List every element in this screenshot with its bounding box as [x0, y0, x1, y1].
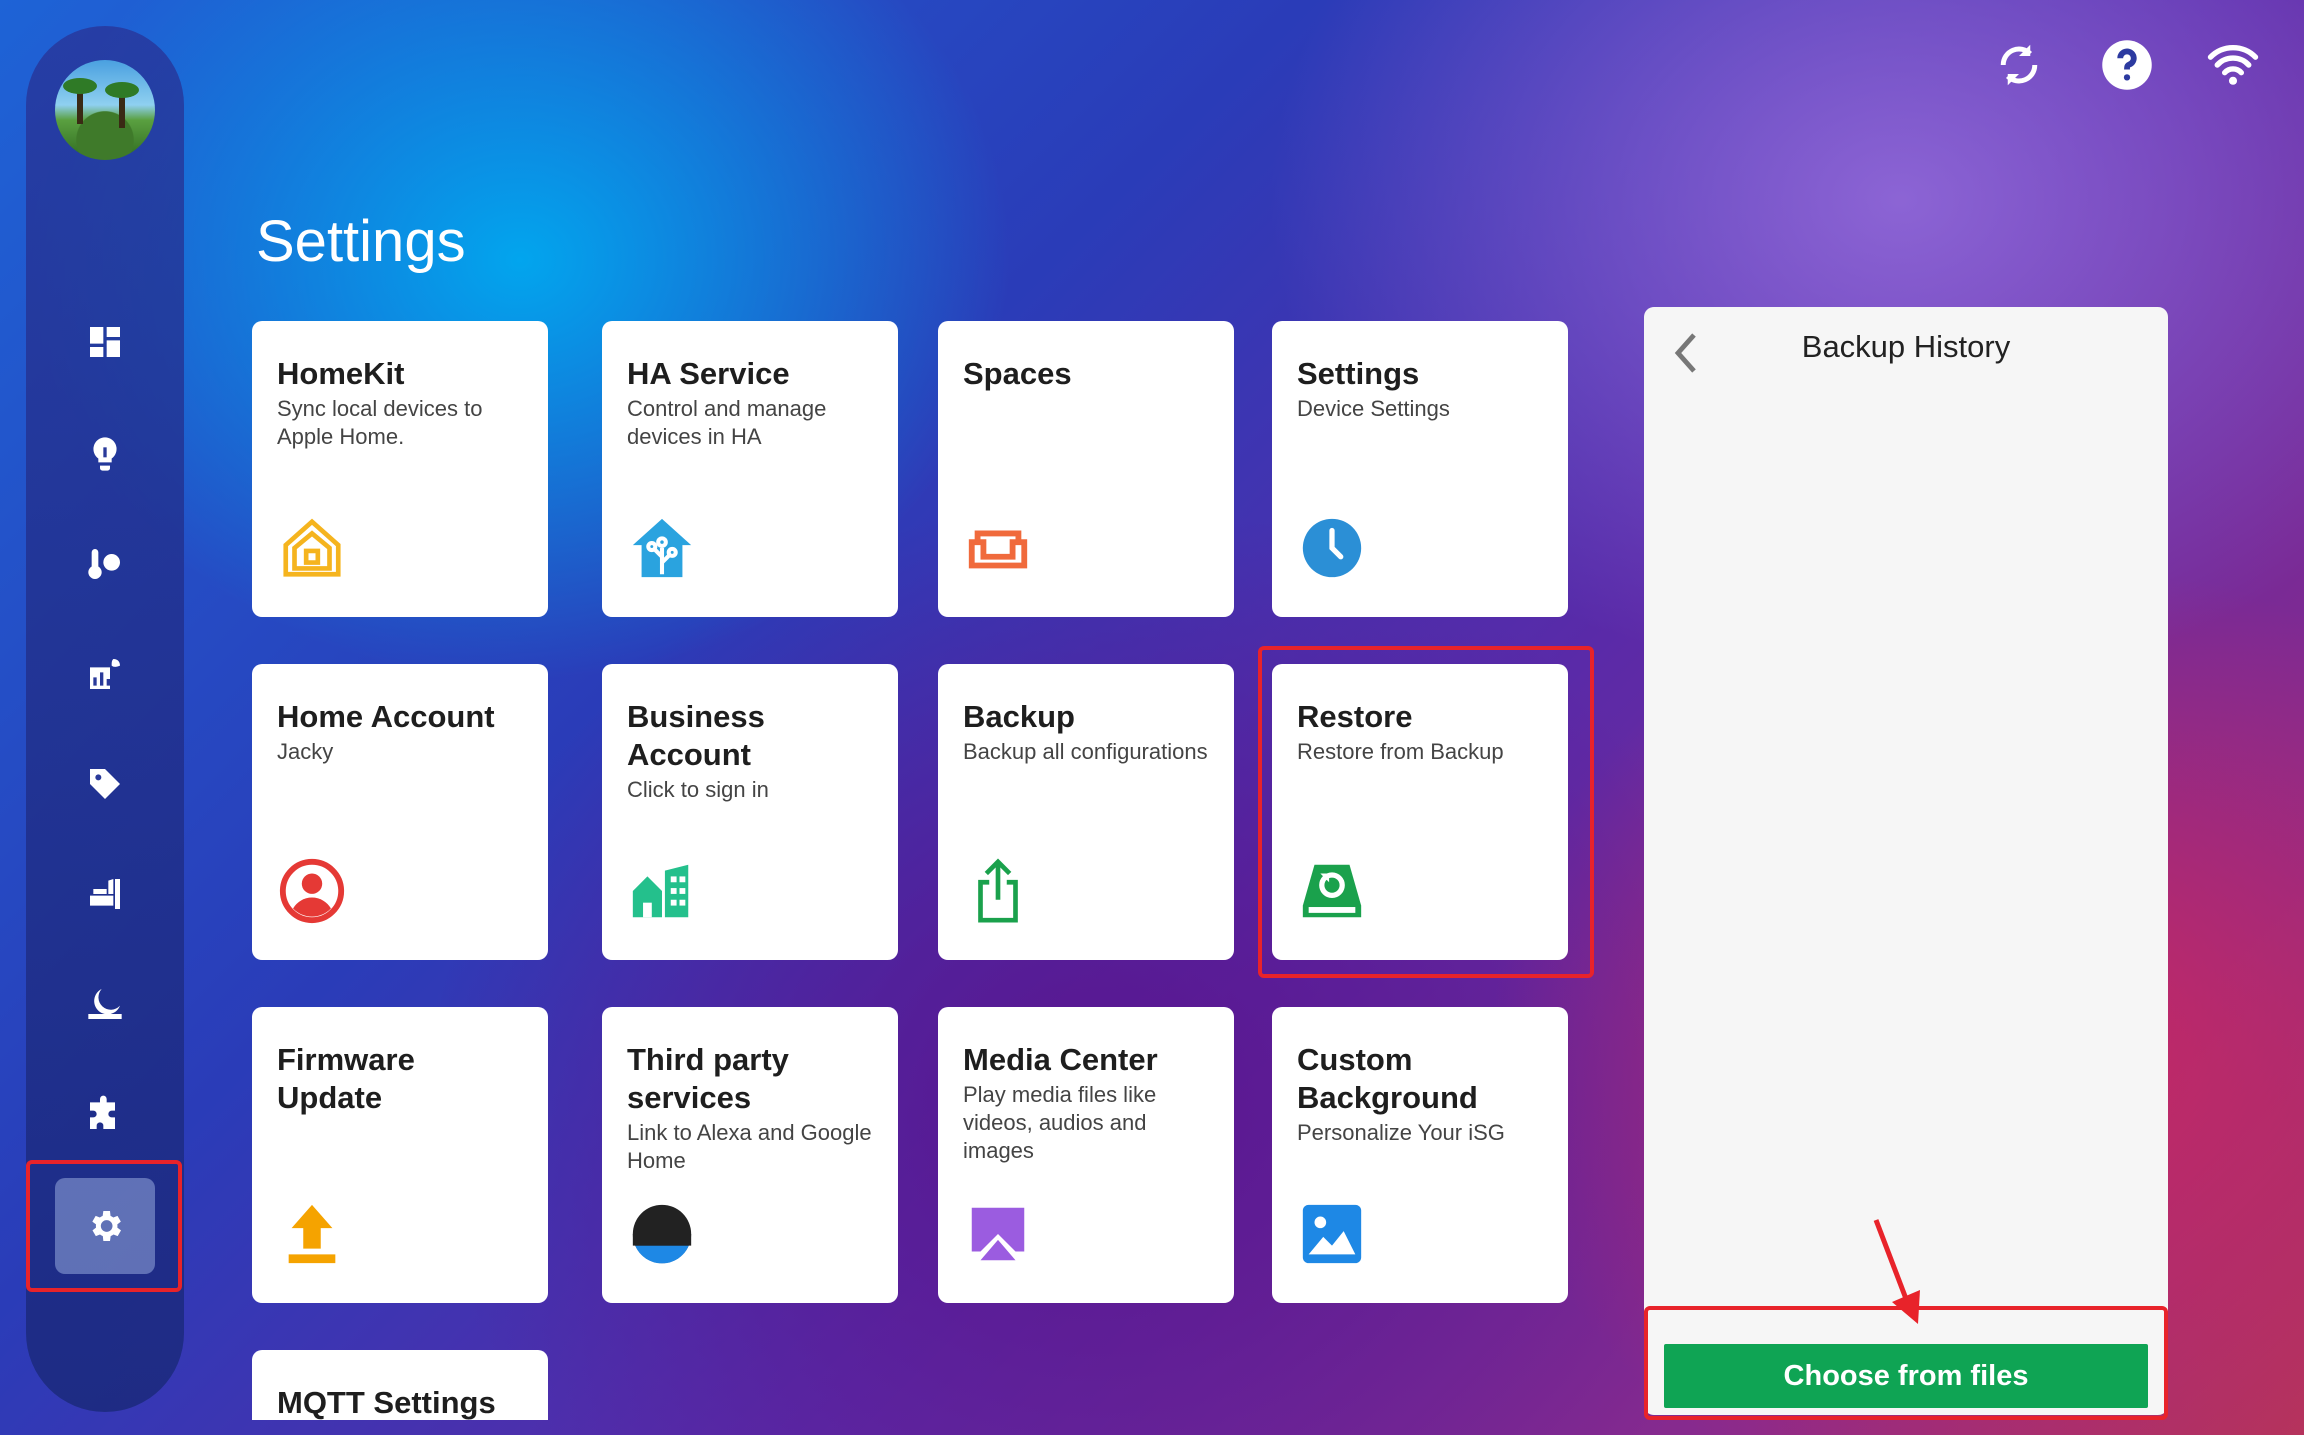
user-circle-icon: [279, 858, 345, 924]
sidebar-item-climate[interactable]: [55, 516, 155, 612]
card-backup[interactable]: Backup Backup all configurations: [938, 664, 1234, 960]
card-desc: Personalize Your iSG: [1297, 1120, 1505, 1145]
sync-button[interactable]: [1992, 38, 2046, 92]
panel-title: Backup History: [1801, 329, 2011, 364]
energy-icon: [90, 659, 120, 689]
page-title: Settings: [256, 209, 466, 274]
card-desc: Link to Alexa and Google Home: [627, 1120, 872, 1173]
sidebar-item-plugins[interactable]: [55, 1066, 155, 1162]
restore-highlight: [1258, 646, 1594, 978]
card-title: Business Account: [627, 699, 765, 772]
moon-icon: [88, 989, 122, 1019]
sidebar-item-lights[interactable]: [55, 406, 155, 502]
tag-icon: [90, 769, 120, 799]
card-title: Firmware Update: [277, 1042, 415, 1115]
avatar[interactable]: [55, 60, 155, 160]
dashboard-icon: [90, 327, 120, 357]
card-third-party-services[interactable]: Third party services Link to Alexa and G…: [602, 1007, 898, 1303]
sidebar-item-scenes[interactable]: [55, 956, 155, 1052]
sidebar-item-dashboard[interactable]: [55, 294, 155, 390]
sidebar-item-energy[interactable]: [55, 626, 155, 722]
card-title: HomeKit: [277, 356, 405, 391]
airplay-icon: [971, 1207, 1025, 1261]
card-desc: Backup all configurations: [963, 739, 1208, 764]
card-desc: Control and manage devices in HA: [627, 396, 827, 449]
card-mqtt-settings[interactable]: MQTT Settings: [252, 1350, 548, 1420]
card-title: MQTT Settings: [277, 1385, 496, 1420]
card-desc: Device Settings: [1297, 396, 1450, 421]
card-media-center[interactable]: Media Center Play media files like video…: [938, 1007, 1234, 1303]
clock-icon: [1302, 518, 1362, 578]
card-business-account[interactable]: Business Account Click to sign in: [602, 664, 898, 960]
sync-icon: [2000, 44, 2038, 86]
homekit-icon: [283, 518, 341, 577]
card-title: Third party services: [627, 1042, 789, 1115]
puzzle-icon: [90, 1095, 115, 1129]
wifi-icon: [2207, 45, 2259, 85]
card-homekit[interactable]: HomeKit Sync local devices to Apple Home…: [252, 321, 548, 617]
wifi-button[interactable]: [2206, 38, 2260, 92]
sidebar-item-rooms[interactable]: [55, 846, 155, 942]
annotation-arrow-icon: [1873, 1219, 1920, 1324]
upload-arrow-icon: [288, 1204, 336, 1264]
card-desc: Sync local devices to Apple Home.: [277, 396, 483, 449]
card-spaces[interactable]: Spaces: [938, 321, 1234, 617]
help-button[interactable]: [2100, 38, 2154, 92]
card-title: Settings: [1297, 356, 1420, 391]
card-desc: Play media files like videos, audios and…: [963, 1082, 1157, 1163]
sofa-icon: [968, 530, 1028, 569]
card-title: Home Account: [277, 699, 495, 734]
card-custom-background[interactable]: Custom Background Personalize Your iSG: [1272, 1007, 1568, 1303]
card-title: Custom Background: [1297, 1042, 1478, 1115]
card-home-account[interactable]: Home Account Jacky: [252, 664, 548, 960]
card-title: Media Center: [963, 1042, 1158, 1077]
card-title: Backup: [963, 699, 1075, 734]
settings-highlight: [26, 1160, 182, 1292]
share-upload-icon: [978, 858, 1018, 923]
card-desc: Click to sign in: [627, 777, 769, 802]
image-icon: [1302, 1204, 1362, 1264]
card-desc: Jacky: [277, 739, 334, 764]
building-icon: [632, 864, 689, 918]
card-firmware-update[interactable]: Firmware Update: [252, 1007, 548, 1303]
sidebar-item-tags[interactable]: [55, 736, 155, 832]
card-title: Spaces: [963, 356, 1072, 391]
ha-house-icon: [632, 518, 692, 578]
card-title: HA Service: [627, 356, 790, 391]
thermometer-icon: [88, 549, 120, 579]
card-settings[interactable]: Settings Device Settings: [1272, 321, 1568, 617]
lightbulb-icon: [93, 437, 117, 471]
echo-speaker-icon: [632, 1204, 692, 1264]
room-icon: [90, 879, 120, 909]
card-ha-service[interactable]: HA Service Control and manage devices in…: [602, 321, 898, 617]
help-icon: [2102, 40, 2152, 90]
